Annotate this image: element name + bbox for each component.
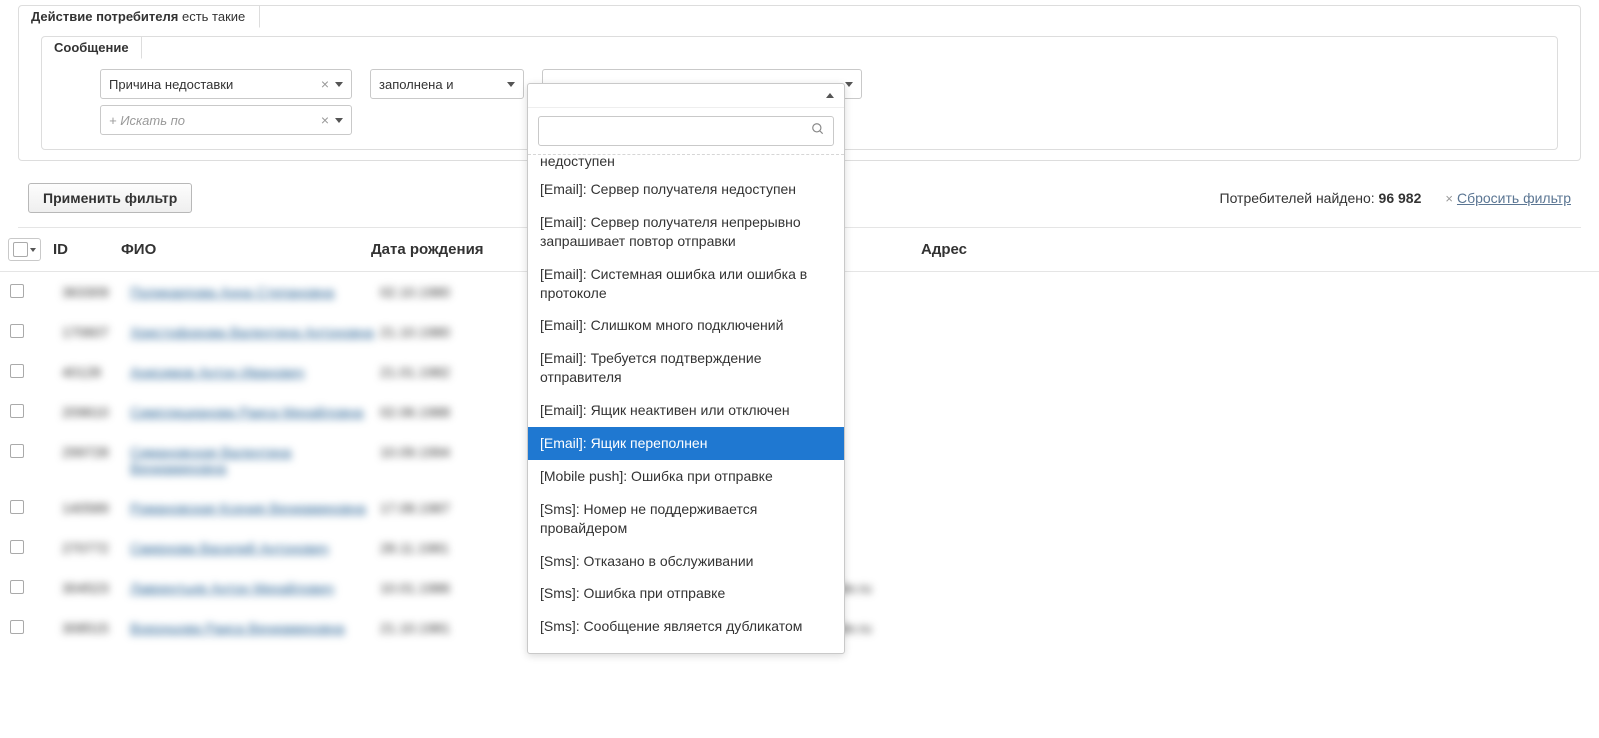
dropdown-option[interactable]: [Sms]: Номер не поддерживается провайдер… — [528, 493, 844, 545]
cell-id: 308515 — [50, 620, 130, 636]
results-count-value: 96 982 — [1379, 190, 1422, 206]
add-filter-placeholder: + Искать по — [109, 113, 321, 128]
select-all-checkbox[interactable] — [8, 238, 41, 261]
operator-select[interactable]: заполнена и — [370, 69, 524, 99]
cell-id: 299728 — [50, 444, 130, 460]
dropdown-option[interactable]: [Viber]: Картинка для сообщения имеет не… — [528, 643, 844, 653]
chevron-down-icon — [335, 118, 343, 123]
cell-id: 304523 — [50, 580, 130, 596]
panel-tab-title-rest: есть такие — [178, 9, 245, 24]
cell-fio: Анисимов Антон Иванович — [130, 364, 380, 380]
add-filter-clear-icon[interactable]: × — [321, 112, 329, 128]
chevron-down-icon — [845, 82, 853, 87]
dropdown-option[interactable]: [Email]: Ящик неактивен или отключен — [528, 394, 844, 427]
panel-tab-consumer-action[interactable]: Действие потребителя есть такие — [19, 6, 260, 28]
operator-select-value: заполнена и — [379, 77, 507, 92]
customer-link[interactable]: Поликарпова Анна Степановна — [130, 284, 334, 300]
row-checkbox[interactable] — [0, 580, 50, 594]
dropdown-option[interactable]: [Mobile push]: Ошибка при отправке — [528, 460, 844, 493]
cell-id: 170607 — [50, 324, 130, 340]
row-checkbox[interactable] — [0, 324, 50, 338]
customer-link[interactable]: Лаврентьев Антон Михайлович — [130, 580, 334, 596]
checkbox-icon — [10, 284, 24, 298]
customer-link[interactable]: Симановская Валентина Вениаминовна — [130, 444, 291, 476]
cell-id: 363309 — [50, 284, 130, 300]
dropdown-option[interactable]: [Email]: Сервер получателя недоступен — [528, 173, 844, 206]
results-count-label: Потребителей найдено: — [1220, 190, 1379, 206]
row-checkbox[interactable] — [0, 364, 50, 378]
dropdown-option-cutoff[interactable]: недоступен — [528, 153, 844, 173]
dropdown-option[interactable]: [Email]: Требуется подтверждение отправи… — [528, 342, 844, 394]
checkbox-icon — [10, 324, 24, 338]
dropdown-option[interactable]: [Email]: Сервер получателя непрерывно за… — [528, 206, 844, 258]
checkbox-icon — [10, 620, 24, 634]
field-select[interactable]: Причина недоставки × — [100, 69, 352, 99]
cell-id: 40128 — [50, 364, 130, 380]
search-icon — [811, 122, 825, 140]
cell-fio: Романовская Ксения Вениаминовна — [130, 500, 380, 516]
customer-link[interactable]: Романовская Ксения Вениаминовна — [130, 500, 366, 516]
cell-fio: Христофорова Валентина Антоновна — [130, 324, 380, 340]
cell-fio: Смирнова Василий Антонович — [130, 540, 380, 556]
dropdown-search[interactable] — [538, 116, 834, 146]
chevron-up-icon — [826, 93, 834, 98]
customer-link[interactable]: Симплицианова Раиса Михайловна — [130, 404, 363, 420]
dropdown-option[interactable]: [Sms]: Ошибка при отправке — [528, 577, 844, 610]
col-header-addr[interactable]: Адрес — [921, 241, 1599, 258]
checkbox-icon — [10, 364, 24, 378]
checkbox-icon — [13, 242, 28, 257]
cell-fio: Лаврентьев Антон Михайлович — [130, 580, 380, 596]
reset-filter-wrap[interactable]: × Сбросить фильтр — [1445, 190, 1571, 206]
dropdown-option[interactable]: [Sms]: Отказано в обслуживании — [528, 545, 844, 578]
field-select-value: Причина недоставки — [109, 77, 321, 92]
add-filter-select[interactable]: + Искать по × — [100, 105, 352, 135]
customer-link[interactable]: Христофорова Валентина Антоновна — [130, 324, 374, 340]
row-checkbox[interactable] — [0, 444, 50, 458]
dropdown-option[interactable]: [Email]: Слишком много подключений — [528, 309, 844, 342]
customer-link[interactable]: Смирнова Василий Антонович — [130, 540, 329, 556]
col-header-id[interactable]: ID — [41, 241, 121, 258]
row-checkbox[interactable] — [0, 284, 50, 298]
cell-fio: Воронцова Раиса Вениаминовна — [130, 620, 380, 636]
results-count: Потребителей найдено: 96 982 — [1220, 190, 1422, 206]
dropdown-option[interactable]: [Email]: Системная ошибка или ошибка в п… — [528, 258, 844, 310]
col-header-fio[interactable]: ФИО — [121, 241, 371, 258]
checkbox-icon — [10, 444, 24, 458]
panel-tab-title-bold: Действие потребителя — [31, 9, 178, 24]
cell-fio: Симановская Валентина Вениаминовна — [130, 444, 380, 476]
checkbox-icon — [10, 580, 24, 594]
cell-id: 140589 — [50, 500, 130, 516]
dropdown-option[interactable]: [Sms]: Сообщение является дубликатом — [528, 610, 844, 643]
customer-link[interactable]: Анисимов Антон Иванович — [130, 364, 304, 380]
field-clear-icon[interactable]: × — [321, 76, 329, 92]
chevron-down-icon — [335, 82, 343, 87]
cell-fio: Поликарпова Анна Степановна — [130, 284, 380, 300]
customer-link[interactable]: Воронцова Раиса Вениаминовна — [130, 620, 345, 636]
row-checkbox[interactable] — [0, 540, 50, 554]
dropdown-option[interactable]: [Email]: Ящик переполнен — [528, 427, 844, 460]
row-checkbox[interactable] — [0, 620, 50, 634]
cell-id: 209610 — [50, 404, 130, 420]
value-dropdown-trigger[interactable] — [528, 84, 844, 108]
row-checkbox[interactable] — [0, 404, 50, 418]
apply-filter-button[interactable]: Применить фильтр — [28, 183, 192, 213]
value-dropdown: недоступен [Email]: Сервер получателя не… — [527, 83, 845, 654]
checkbox-icon — [10, 404, 24, 418]
inner-tab-message[interactable]: Сообщение — [42, 37, 142, 59]
chevron-down-icon — [30, 248, 36, 252]
checkbox-icon — [10, 500, 24, 514]
close-icon: × — [1445, 191, 1453, 206]
cell-fio: Симплицианова Раиса Михайловна — [130, 404, 380, 420]
chevron-down-icon — [507, 82, 515, 87]
dropdown-search-input[interactable] — [547, 124, 811, 139]
reset-filter-link[interactable]: Сбросить фильтр — [1457, 190, 1571, 206]
row-checkbox[interactable] — [0, 500, 50, 514]
checkbox-icon — [10, 540, 24, 554]
cell-id: 270772 — [50, 540, 130, 556]
